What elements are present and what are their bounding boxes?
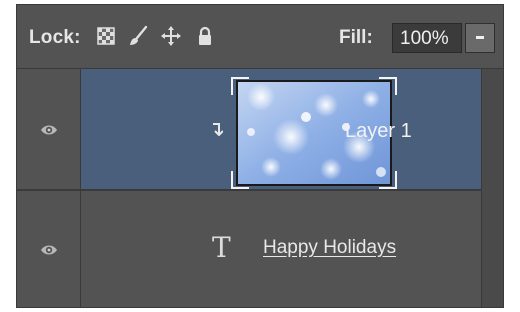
lock-toolbar: Lock: Fill: 100% <box>17 5 503 69</box>
fill-label: Fill: <box>339 27 373 48</box>
lock-label: Lock: <box>29 27 81 48</box>
clipping-mask-arrow-icon <box>213 123 223 136</box>
layer-name[interactable]: Happy Holidays <box>263 237 396 259</box>
eye-icon[interactable] <box>40 122 58 138</box>
layers-panel: Lock: Fill: 100% Layer 1 T Happy Holiday… <box>16 4 504 308</box>
brush-icon[interactable] <box>127 25 149 47</box>
scrollbar[interactable] <box>481 69 503 307</box>
layer-content[interactable]: T Happy Holidays <box>81 191 481 307</box>
text-layer-icon: T <box>212 231 231 264</box>
move-arrows-icon[interactable] <box>160 25 182 47</box>
fill-dropdown-button[interactable] <box>465 23 495 53</box>
transparency-checker-icon[interactable] <box>95 25 117 47</box>
layer-content[interactable]: Layer 1 <box>81 69 481 191</box>
padlock-icon[interactable] <box>194 25 216 47</box>
dropdown-icon <box>476 36 484 39</box>
layer-row-layer-1[interactable]: Layer 1 <box>17 69 481 191</box>
layer-name[interactable]: Layer 1 <box>345 120 412 143</box>
layer-row-happy-holidays[interactable]: T Happy Holidays <box>17 191 481 307</box>
visibility-cell[interactable] <box>17 69 81 191</box>
fill-input[interactable]: 100% <box>392 23 462 53</box>
eye-icon[interactable] <box>40 242 58 258</box>
visibility-cell[interactable] <box>17 191 81 307</box>
